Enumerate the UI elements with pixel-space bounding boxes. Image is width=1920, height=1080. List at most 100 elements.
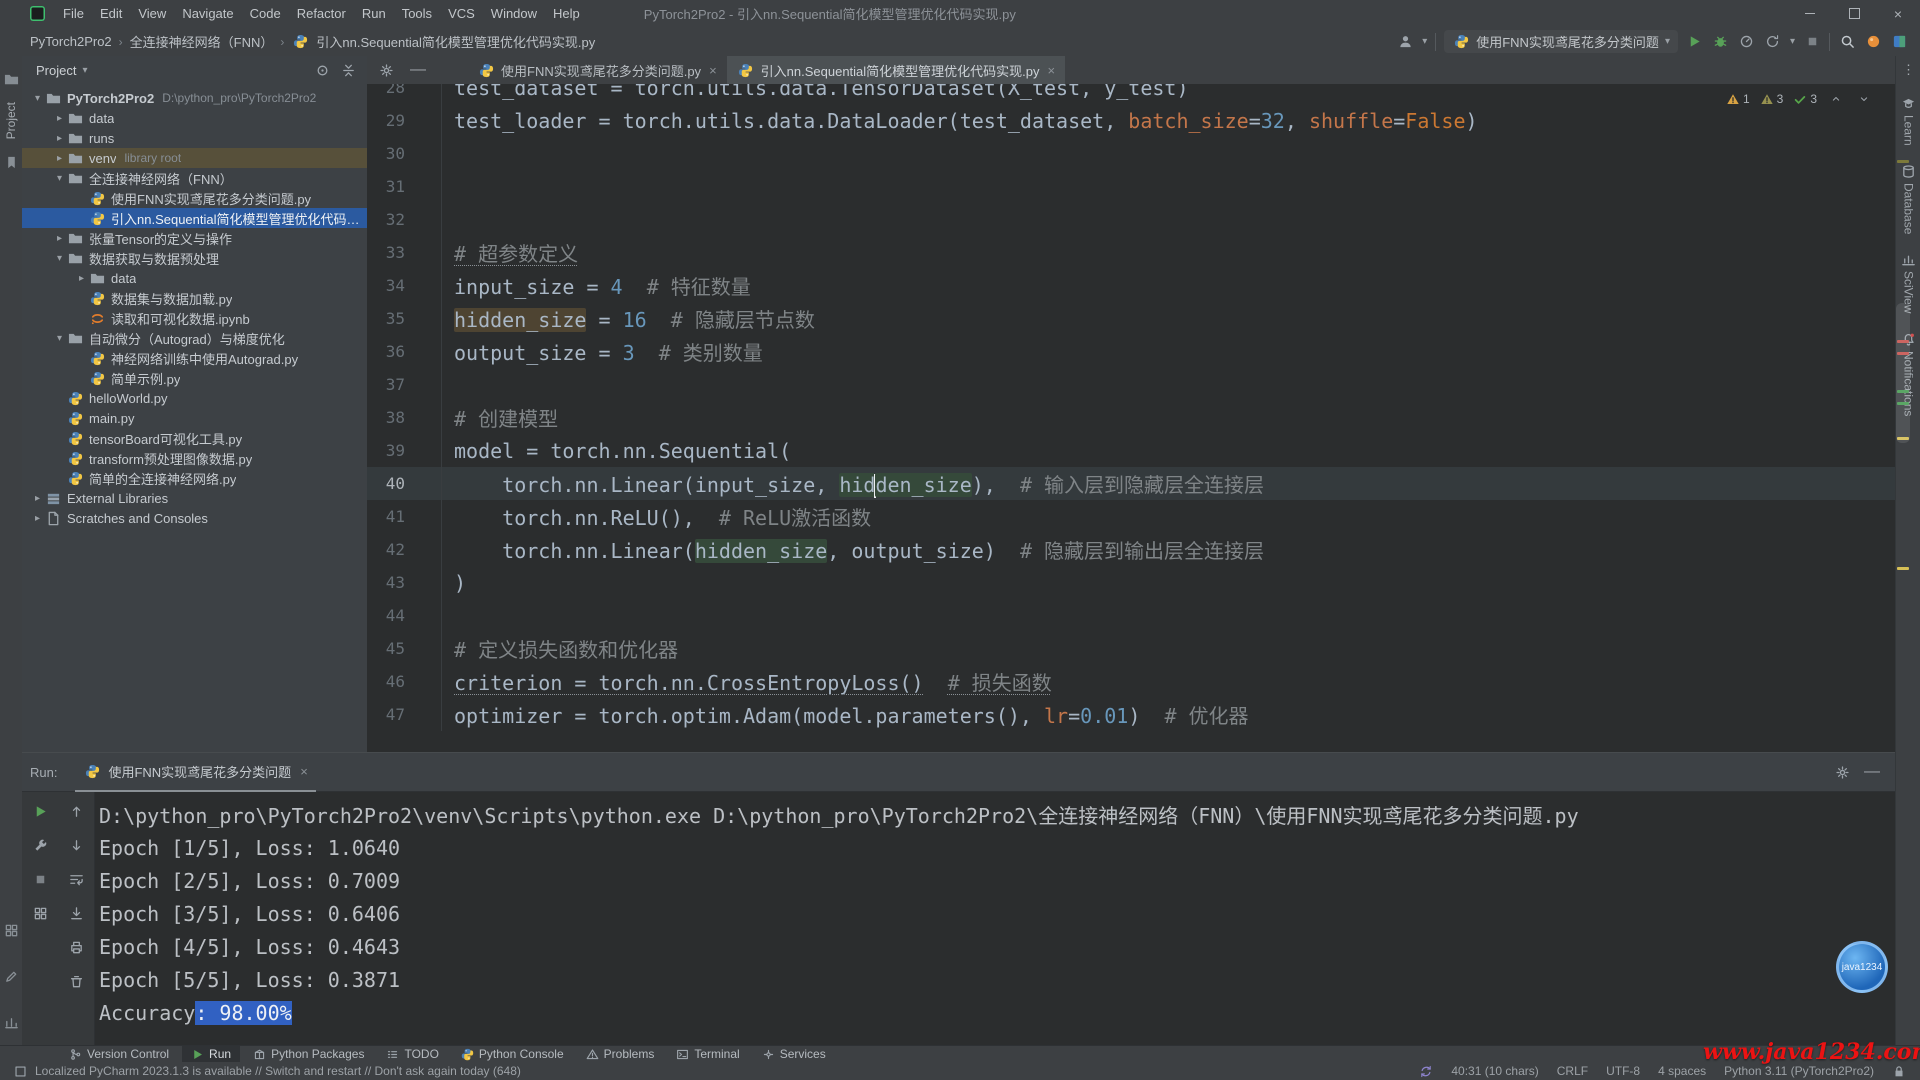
code-line[interactable]: 31 bbox=[367, 170, 1895, 203]
code-line[interactable]: 43) bbox=[367, 566, 1895, 599]
pencil-icon[interactable] bbox=[2, 967, 20, 985]
search-everywhere-icon[interactable] bbox=[1838, 33, 1856, 51]
hide-panel-icon[interactable]: — bbox=[1863, 763, 1881, 781]
inspection-typo[interactable]: 3 bbox=[1760, 92, 1784, 106]
code-line[interactable]: 32 bbox=[367, 203, 1895, 236]
gear-icon[interactable] bbox=[1833, 763, 1851, 781]
code-line[interactable]: 47optimizer = torch.optim.Adam(model.par… bbox=[367, 698, 1895, 731]
status-message[interactable]: Localized PyCharm 2023.1.3 is available … bbox=[35, 1064, 521, 1078]
code-line[interactable]: 35hidden_size = 16 # 隐藏层节点数 bbox=[367, 302, 1895, 335]
tree-item[interactable]: ▾PyTorch2Pro2D:\python_pro\PyTorch2Pro2 bbox=[22, 88, 367, 108]
tree-item[interactable]: ▾全连接神经网络（FNN） bbox=[22, 168, 367, 188]
caret-position[interactable]: 40:31 (10 chars) bbox=[1451, 1064, 1538, 1078]
code-line[interactable]: 39model = torch.nn.Sequential( bbox=[367, 434, 1895, 467]
editor-tab[interactable]: 使用FNN实现鸢尾花多分类问题.py× bbox=[467, 56, 727, 87]
tree-item[interactable]: ▸Scratches and Consoles bbox=[22, 508, 367, 528]
code-line[interactable]: 36output_size = 3 # 类别数量 bbox=[367, 335, 1895, 368]
tool-button-project[interactable]: Project bbox=[4, 102, 18, 139]
tool-button-learn[interactable]: Learn bbox=[1901, 96, 1916, 146]
close-button[interactable]: × bbox=[1876, 0, 1920, 27]
collapse-all-icon[interactable] bbox=[339, 61, 357, 79]
run-config-selector[interactable]: 使用FNN实现鸢尾花多分类问题 ▾ bbox=[1444, 30, 1678, 53]
print-icon[interactable] bbox=[67, 938, 85, 956]
sync-icon[interactable] bbox=[1419, 1064, 1433, 1078]
tree-chevron-icon[interactable]: ▸ bbox=[74, 273, 89, 284]
close-icon[interactable]: × bbox=[709, 63, 717, 78]
debug-button[interactable] bbox=[1712, 33, 1730, 51]
tree-chevron-icon[interactable]: ▸ bbox=[52, 153, 67, 164]
code-editor[interactable]: 28test_dataset = torch.utils.data.Tensor… bbox=[367, 84, 1895, 752]
code-line[interactable]: 45# 定义损失函数和优化器 bbox=[367, 632, 1895, 665]
stop-process-button[interactable] bbox=[31, 870, 49, 888]
tree-chevron-icon[interactable]: ▾ bbox=[30, 93, 45, 104]
tree-item[interactable]: transform预处理图像数据.py bbox=[22, 448, 367, 468]
menu-item-file[interactable]: File bbox=[55, 6, 92, 21]
inspections-widget[interactable]: 133 bbox=[1726, 90, 1873, 108]
tool-window-button-version-control[interactable]: Version Control bbox=[60, 1046, 178, 1062]
minimize-button[interactable] bbox=[1788, 0, 1832, 27]
tree-chevron-icon[interactable]: ▾ bbox=[52, 173, 67, 184]
tree-item[interactable]: 引入nn.Sequential简化模型管理优化代码实现.py bbox=[22, 208, 367, 228]
tool-window-button-python-packages[interactable]: Python Packages bbox=[244, 1046, 373, 1062]
tree-item[interactable]: ▸张量Tensor的定义与操作 bbox=[22, 228, 367, 248]
tree-item[interactable]: ▸data bbox=[22, 268, 367, 288]
menu-item-window[interactable]: Window bbox=[483, 6, 545, 21]
menu-item-navigate[interactable]: Navigate bbox=[174, 6, 241, 21]
rerun-button[interactable] bbox=[31, 802, 49, 820]
hide-panel-icon[interactable]: — bbox=[409, 61, 427, 79]
clear-console-icon[interactable] bbox=[67, 972, 85, 990]
tree-chevron-icon[interactable]: ▾ bbox=[52, 333, 67, 344]
tree-item[interactable]: main.py bbox=[22, 408, 367, 428]
inspection-warning[interactable]: 1 bbox=[1726, 92, 1750, 106]
tool-window-button-services[interactable]: Services bbox=[753, 1046, 835, 1062]
menu-item-vcs[interactable]: VCS bbox=[440, 6, 483, 21]
tree-item[interactable]: 使用FNN实现鸢尾花多分类问题.py bbox=[22, 188, 367, 208]
menu-item-help[interactable]: Help bbox=[545, 6, 588, 21]
tool-window-button-python-console[interactable]: Python Console bbox=[452, 1046, 573, 1062]
restore-layout-icon[interactable] bbox=[31, 904, 49, 922]
coverage-button[interactable] bbox=[1764, 33, 1782, 51]
code-line[interactable]: 42 torch.nn.Linear(hidden_size, output_s… bbox=[367, 533, 1895, 566]
breadcrumb-item[interactable]: 引入nn.Sequential简化模型管理优化代码实现.py bbox=[316, 32, 595, 51]
tool-button-database[interactable]: Database bbox=[1901, 164, 1916, 234]
code-line[interactable]: 37 bbox=[367, 368, 1895, 401]
code-line[interactable]: 34input_size = 4 # 特征数量 bbox=[367, 269, 1895, 302]
run-console[interactable]: D:\python_pro\PyTorch2Pro2\venv\Scripts\… bbox=[95, 792, 1895, 1046]
update-notification-icon[interactable] bbox=[1864, 33, 1882, 51]
code-line[interactable]: 28test_dataset = torch.utils.data.Tensor… bbox=[367, 84, 1895, 104]
tree-item[interactable]: tensorBoard可视化工具.py bbox=[22, 428, 367, 448]
run-tab[interactable]: 使用FNN实现鸢尾花多分类问题 × bbox=[75, 752, 315, 792]
menu-item-edit[interactable]: Edit bbox=[92, 6, 130, 21]
tree-item[interactable]: ▸venvlibrary root bbox=[22, 148, 367, 168]
close-icon[interactable]: × bbox=[1048, 63, 1056, 78]
structure-icon[interactable] bbox=[2, 921, 20, 939]
gear-icon[interactable] bbox=[377, 61, 395, 79]
down-stack-icon[interactable] bbox=[67, 836, 85, 854]
tool-window-button-run[interactable]: Run bbox=[182, 1046, 240, 1062]
menu-item-code[interactable]: Code bbox=[242, 6, 289, 21]
code-line[interactable]: 40 torch.nn.Linear(input_size, hidden_si… bbox=[367, 467, 1895, 500]
tree-chevron-icon[interactable]: ▾ bbox=[52, 253, 67, 264]
breadcrumb-item[interactable]: 全连接神经网络（FNN） bbox=[130, 32, 274, 51]
maximize-button[interactable] bbox=[1832, 0, 1876, 27]
stop-button[interactable] bbox=[1803, 33, 1821, 51]
tree-item[interactable]: ▸data bbox=[22, 108, 367, 128]
chevron-up-icon[interactable] bbox=[1827, 90, 1845, 108]
profiler-button[interactable] bbox=[1738, 33, 1756, 51]
code-line[interactable]: 44 bbox=[367, 599, 1895, 632]
project-panel-title[interactable]: Project bbox=[36, 63, 76, 78]
line-ending[interactable]: CRLF bbox=[1557, 1064, 1588, 1078]
tool-window-button-problems[interactable]: Problems bbox=[577, 1046, 664, 1062]
code-line[interactable]: 33# 超参数定义 bbox=[367, 236, 1895, 269]
breadcrumb-item[interactable]: PyTorch2Pro2 bbox=[30, 34, 112, 49]
scroll-to-end-icon[interactable] bbox=[67, 904, 85, 922]
locate-file-icon[interactable] bbox=[313, 61, 331, 79]
indent-setting[interactable]: 4 spaces bbox=[1658, 1064, 1706, 1078]
soft-wrap-icon[interactable] bbox=[67, 870, 85, 888]
code-line[interactable]: 38# 创建模型 bbox=[367, 401, 1895, 434]
tree-item[interactable]: 简单示例.py bbox=[22, 368, 367, 388]
menu-item-refactor[interactable]: Refactor bbox=[289, 6, 354, 21]
menu-item-view[interactable]: View bbox=[130, 6, 174, 21]
tree-item[interactable]: 神经网络训练中使用Autograd.py bbox=[22, 348, 367, 368]
code-line[interactable]: 30 bbox=[367, 137, 1895, 170]
